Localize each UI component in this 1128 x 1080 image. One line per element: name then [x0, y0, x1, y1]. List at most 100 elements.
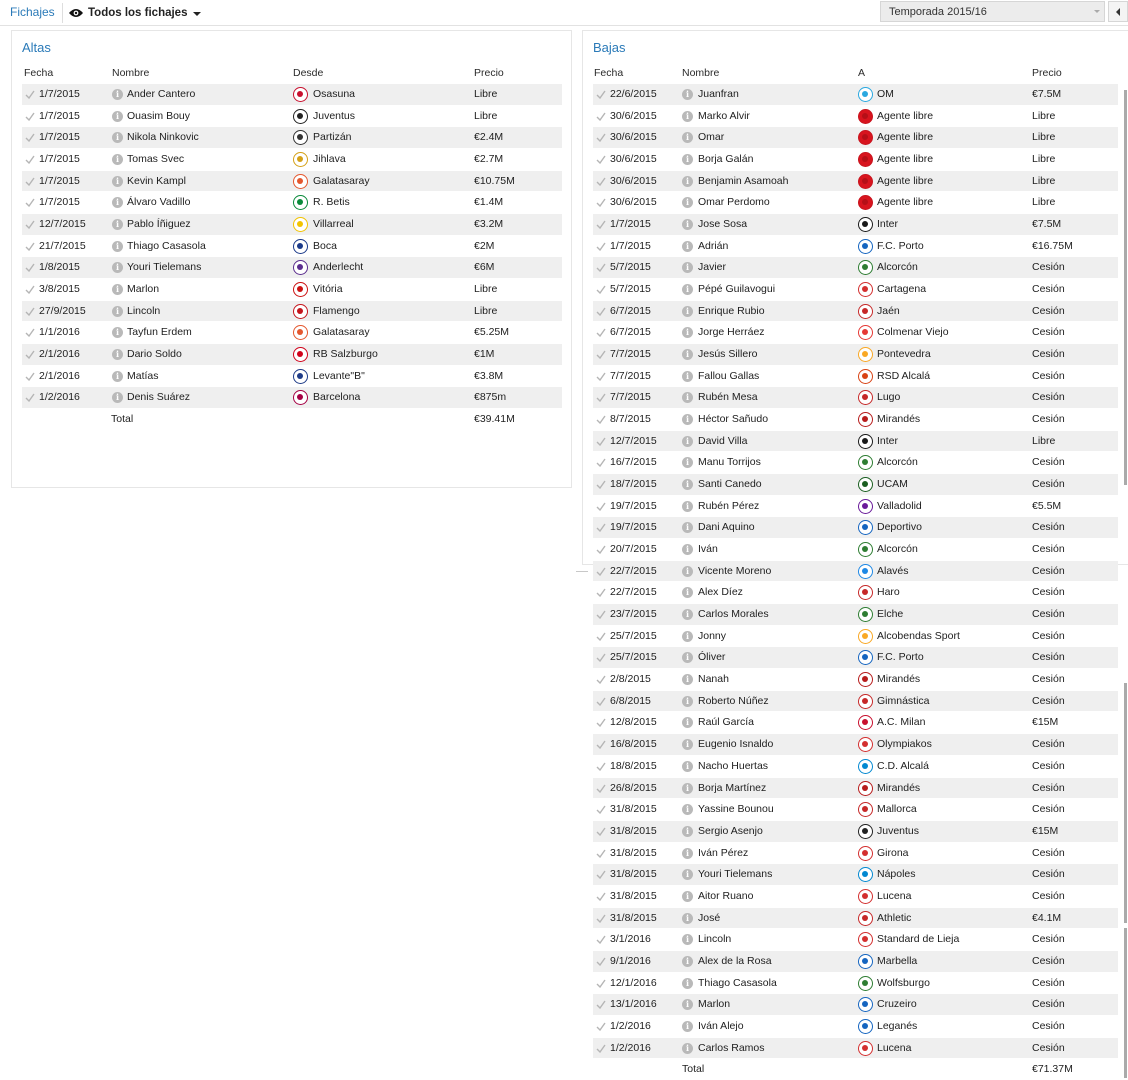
club-name-link[interactable]: Inter	[877, 218, 898, 230]
club-name-link[interactable]: F.C. Porto	[877, 240, 924, 252]
club-name-link[interactable]: Levante"B"	[313, 370, 365, 382]
info-icon[interactable]: i	[112, 132, 123, 144]
club-name-link[interactable]: Lucena	[877, 890, 911, 902]
table-row[interactable]: 30/6/2015 i Benjamin Asamoah Agente libre Li…	[593, 170, 1118, 193]
player-name-link[interactable]: Iván	[698, 543, 718, 555]
player-name-link[interactable]: Lincoln	[127, 305, 160, 317]
player-name-link[interactable]: Benjamin Asamoah	[698, 175, 788, 187]
club-name-link[interactable]: Elche	[877, 608, 903, 620]
player-name-link[interactable]: Dani Aquino	[698, 521, 755, 533]
info-icon[interactable]: i	[682, 327, 693, 339]
player-name-link[interactable]: Matías	[127, 370, 159, 382]
player-name-link[interactable]: Marlon	[127, 283, 159, 295]
table-row[interactable]: 20/7/2015 i Iván Alcorcón Cesión	[593, 539, 1118, 561]
table-row[interactable]: 1/1/2016 i Tayfun Erdem Galatasaray €5.25M	[22, 322, 562, 345]
info-icon[interactable]: i	[682, 305, 693, 317]
table-row[interactable]: 1/2/2016 i Denis Suárez Barcelona €875m	[22, 387, 562, 410]
club-name-link[interactable]: Agente libre	[877, 153, 933, 165]
col-precio[interactable]: Precio	[1032, 67, 1062, 79]
player-name-link[interactable]: Jonny	[698, 630, 726, 642]
info-icon[interactable]: i	[112, 392, 123, 404]
club-name-link[interactable]: Jaén	[877, 305, 900, 317]
player-name-link[interactable]: Borja Galán	[698, 153, 753, 165]
player-name-link[interactable]: Ouasim Bouy	[127, 110, 190, 122]
club-name-link[interactable]: Valladolid	[877, 500, 922, 512]
info-icon[interactable]: i	[682, 500, 693, 512]
player-name-link[interactable]: Marko Alvir	[698, 110, 750, 122]
info-icon[interactable]: i	[682, 284, 693, 296]
player-name-link[interactable]: Jose Sosa	[698, 218, 747, 230]
collapse-panel-button[interactable]	[1108, 1, 1128, 22]
player-name-link[interactable]: Adrián	[698, 240, 728, 252]
info-icon[interactable]: i	[682, 782, 693, 794]
player-name-link[interactable]: Fallou Gallas	[698, 370, 759, 382]
club-name-link[interactable]: Colmenar Viejo	[877, 326, 949, 338]
col-fecha[interactable]: Fecha	[24, 67, 53, 79]
club-name-link[interactable]: Partizán	[313, 131, 352, 143]
info-icon[interactable]: i	[682, 262, 693, 274]
player-name-link[interactable]: Eugenio Isnaldo	[698, 738, 773, 750]
club-name-link[interactable]: Flamengo	[313, 305, 360, 317]
info-icon[interactable]: i	[682, 154, 693, 166]
info-icon[interactable]: i	[682, 89, 693, 100]
info-icon[interactable]: i	[112, 370, 123, 382]
player-name-link[interactable]: Lincoln	[698, 933, 731, 945]
club-name-link[interactable]: R. Betis	[313, 196, 350, 208]
player-name-link[interactable]: Tomas Svec	[127, 153, 184, 165]
table-row[interactable]: 18/7/2015 i Santi Canedo UCAM Cesión	[593, 474, 1118, 496]
table-row[interactable]: 31/8/2015 i Aitor Ruano Lucena Cesión	[593, 885, 1118, 908]
club-name-link[interactable]: Galatasaray	[313, 326, 370, 338]
club-name-link[interactable]: Nápoles	[877, 868, 916, 880]
player-name-link[interactable]: Kevin Kampl	[127, 175, 186, 187]
table-row[interactable]: 6/7/2015 i Jorge Herráez Colmenar Viejo Cesi…	[593, 322, 1118, 345]
player-name-link[interactable]: Jorge Herráez	[698, 326, 765, 338]
info-icon[interactable]: i	[112, 175, 123, 187]
info-icon[interactable]: i	[682, 457, 693, 469]
info-icon[interactable]: i	[682, 587, 693, 599]
club-name-link[interactable]: Juventus	[313, 110, 355, 122]
club-name-link[interactable]: Marbella	[877, 955, 917, 967]
table-row[interactable]: 31/8/2015 i Sergio Asenjo Juventus €15M	[593, 820, 1118, 843]
player-name-link[interactable]: Enrique Rubio	[698, 305, 765, 317]
info-icon[interactable]: i	[682, 219, 693, 231]
club-name-link[interactable]: Lucena	[877, 1042, 911, 1054]
player-name-link[interactable]: Thiago Casasola	[698, 977, 777, 989]
scrollbar-track[interactable]	[1124, 90, 1127, 485]
club-name-link[interactable]: Boca	[313, 240, 337, 252]
table-row[interactable]: 2/1/2016 i Matías Levante"B" €3.8M	[22, 365, 562, 388]
col-precio[interactable]: Precio	[474, 67, 504, 79]
club-name-link[interactable]: Agente libre	[877, 131, 933, 143]
table-row[interactable]: 6/7/2015 i Enrique Rubio Jaén Cesión	[593, 300, 1118, 323]
table-row[interactable]: 30/6/2015 i Omar Agente libre Libre	[593, 127, 1118, 150]
table-row[interactable]: 31/8/2015 i José Athletic €4.1M	[593, 907, 1118, 930]
season-dropdown[interactable]: Temporada 2015/16	[880, 1, 1105, 22]
table-row[interactable]: 1/7/2015 i Tomas Svec Jihlava €2.7M	[22, 149, 562, 171]
info-icon[interactable]: i	[112, 154, 123, 166]
table-row[interactable]: 22/7/2015 i Alex Díez Haro Cesión	[593, 582, 1118, 605]
table-row[interactable]: 19/7/2015 i Rubén Pérez Valladolid €5.5M	[593, 495, 1118, 518]
club-name-link[interactable]: Juventus	[877, 825, 919, 837]
player-name-link[interactable]: Santi Canedo	[698, 478, 762, 490]
club-name-link[interactable]: F.C. Porto	[877, 651, 924, 663]
club-name-link[interactable]: Alcorcón	[877, 456, 918, 468]
info-icon[interactable]: i	[682, 760, 693, 772]
player-name-link[interactable]: Sergio Asenjo	[698, 825, 763, 837]
tab-fichajes[interactable]: Fichajes	[10, 5, 55, 19]
info-icon[interactable]: i	[682, 804, 693, 816]
player-name-link[interactable]: Manu Torrijos	[698, 456, 761, 468]
club-name-link[interactable]: RSD Alcalá	[877, 370, 930, 382]
club-name-link[interactable]: Girona	[877, 847, 909, 859]
player-name-link[interactable]: José	[698, 912, 720, 924]
info-icon[interactable]: i	[112, 327, 123, 339]
table-row[interactable]: 26/8/2015 i Borja Martínez Mirandés Cesión	[593, 777, 1118, 800]
info-icon[interactable]: i	[682, 695, 693, 707]
table-row[interactable]: 21/7/2015 i Thiago Casasola Boca €2M	[22, 235, 562, 258]
player-name-link[interactable]: Ander Cantero	[127, 88, 195, 100]
club-name-link[interactable]: Alcorcón	[877, 543, 918, 555]
club-name-link[interactable]: Standard de Lieja	[877, 933, 959, 945]
table-row[interactable]: 3/8/2015 i Marlon Vitória Libre	[22, 279, 562, 301]
club-name-link[interactable]: Lugo	[877, 391, 900, 403]
player-name-link[interactable]: Juanfran	[698, 88, 739, 100]
info-icon[interactable]: i	[112, 197, 123, 209]
player-name-link[interactable]: Thiago Casasola	[127, 240, 206, 252]
